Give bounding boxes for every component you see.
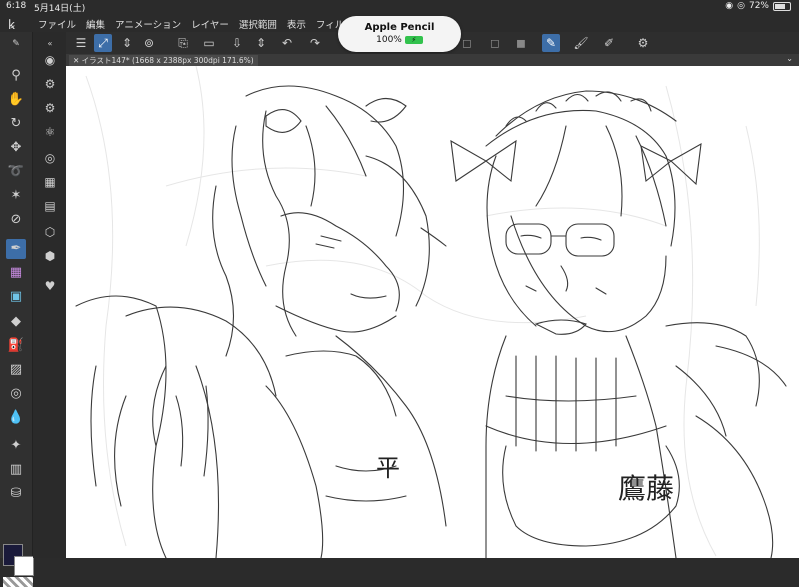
status-time: 6:18 [6, 1, 27, 11]
square-icon-2[interactable]: ◻ [486, 34, 504, 52]
battery-fill [775, 3, 786, 9]
tool-settings-icon[interactable]: ⚙ [40, 98, 60, 118]
menu-icon[interactable]: ☰ [72, 34, 90, 52]
magic-wand-icon[interactable]: ✶ [6, 186, 26, 206]
menu-items: ファイル 編集 アニメーション レイヤー 選択範囲 表示 フィルター [38, 17, 363, 31]
sub-color-swatch[interactable] [14, 556, 34, 576]
brush-size-icon[interactable]: ⚛ [40, 122, 60, 142]
transform-icon[interactable]: ⤢ [94, 34, 112, 52]
animation-icon[interactable]: ♥ [40, 276, 60, 296]
fill-icon[interactable]: ▣ [6, 287, 26, 307]
drawing-canvas[interactable]: 平 鷹藤 [66, 66, 799, 558]
color-set-icon[interactable]: ▦ [40, 172, 60, 192]
sparkle-icon[interactable]: ✦ [6, 436, 26, 456]
shape-icon[interactable]: ▥ [6, 460, 26, 480]
chevron-updown-icon-2[interactable]: ⇕ [252, 34, 270, 52]
menu-animation[interactable]: アニメーション [115, 17, 181, 31]
chevron-down-icon[interactable]: ⌄ [786, 54, 793, 63]
apple-pencil-popup: Apple Pencil 100% ⚡ [338, 16, 461, 52]
left-name-text: 平 [376, 454, 400, 482]
material-icon[interactable]: ▤ [40, 196, 60, 216]
menu-selection[interactable]: 選択範囲 [239, 17, 277, 31]
eraser-icon[interactable]: ◆ [6, 312, 26, 332]
sketch-lines [75, 85, 787, 558]
location-icon: ◎ [737, 1, 745, 11]
popup-battery-row: 100% ⚡ [338, 35, 461, 45]
document-tab[interactable]: ✕ イラスト147* (1668 x 2388px 300dpi 171.6%) [69, 55, 258, 66]
battery-icon [773, 1, 791, 11]
charging-battery-icon: ⚡ [404, 36, 423, 44]
status-right: ◉ ◎ 72% [725, 1, 791, 11]
view-icon[interactable]: ⊚ [140, 34, 158, 52]
pencil-icon[interactable]: ✐ [600, 34, 618, 52]
hand-icon[interactable]: ✋ [6, 90, 26, 110]
pen-tool-icon[interactable]: ✒ [6, 239, 26, 259]
rotate-icon[interactable]: ↻ [6, 114, 26, 134]
sketch-artwork: 平 鷹藤 [75, 66, 787, 558]
battery-percent: 72% [748, 1, 769, 11]
undo-icon[interactable]: ↶ [278, 34, 296, 52]
brush-icon[interactable]: 🖌 [572, 34, 590, 52]
tool-palette: ✎ ⚲ ✋ ↻ ✥ ➰ ✶ ⊘ ✒ ▦ ▣ ◆ ⛽ ▨ ◎ 💧 ✦ ▥ ⛁ [0, 32, 34, 587]
redo-icon[interactable]: ↷ [306, 34, 324, 52]
app-logo-icon[interactable]: ꝃ [8, 15, 24, 33]
document-tab-label: イラスト147* (1668 x 2388px 300dpi 171.6%) [81, 56, 254, 65]
color-wheel-icon[interactable]: ◎ [40, 148, 60, 168]
menu-layer[interactable]: レイヤー [191, 17, 229, 31]
decoration-icon[interactable]: ▦ [6, 263, 26, 283]
document-tab-bar: ✕ イラスト147* (1668 x 2388px 300dpi 171.6%)… [66, 54, 799, 66]
navigator-icon[interactable]: ◉ [40, 50, 60, 70]
open-folder-icon[interactable]: ▭ [200, 34, 218, 52]
settings-icon[interactable]: ⚙ [634, 34, 652, 52]
ios-status-bar: 6:18 5月14日(土) ◉ ◎ 72% [0, 0, 799, 14]
chevron-updown-icon[interactable]: ⇕ [118, 34, 136, 52]
layer-stack-icon[interactable]: ⛁ [6, 484, 26, 504]
sub-tool-bar: « ◉ ⚙ ⚙ ⚛ ◎ ▦ ▤ ⬡ ⬢ ♥ [33, 32, 67, 558]
zoom-icon[interactable]: ⚲ [6, 66, 26, 86]
bucket-icon[interactable]: ⛽ [6, 336, 26, 356]
blend-icon[interactable]: 💧 [6, 408, 26, 428]
property-icon[interactable]: ⚙ [40, 74, 60, 94]
lasso-icon[interactable]: ➰ [6, 162, 26, 182]
move-icon[interactable]: ✥ [6, 138, 26, 158]
popup-title: Apple Pencil [364, 22, 435, 33]
transparent-color-swatch[interactable] [3, 577, 33, 587]
menu-view[interactable]: 表示 [287, 17, 306, 31]
menu-edit[interactable]: 編集 [86, 17, 105, 31]
wifi-icon: ◉ [725, 1, 734, 11]
pen-icon[interactable]: ✎ [542, 34, 560, 52]
gradient-icon[interactable]: ▨ [6, 360, 26, 380]
right-name-text: 鷹藤 [618, 472, 674, 505]
square-icon-3[interactable]: ◼ [512, 34, 530, 52]
new-file-icon[interactable]: ⎘ [174, 34, 192, 52]
popup-battery-level: 100% [376, 35, 402, 45]
status-date: 5月14日(土) [34, 4, 86, 14]
layer-icon[interactable]: ⬡ [40, 222, 60, 242]
menu-file[interactable]: ファイル [38, 17, 76, 31]
close-tab-icon[interactable]: ✕ [73, 56, 82, 65]
save-icon[interactable]: ⇩ [228, 34, 246, 52]
eyedropper-icon[interactable]: ⊘ [6, 210, 26, 230]
palette-grip-icon[interactable]: ✎ [6, 34, 26, 54]
layer-property-icon[interactable]: ⬢ [40, 246, 60, 266]
figure-icon[interactable]: ◎ [6, 384, 26, 404]
